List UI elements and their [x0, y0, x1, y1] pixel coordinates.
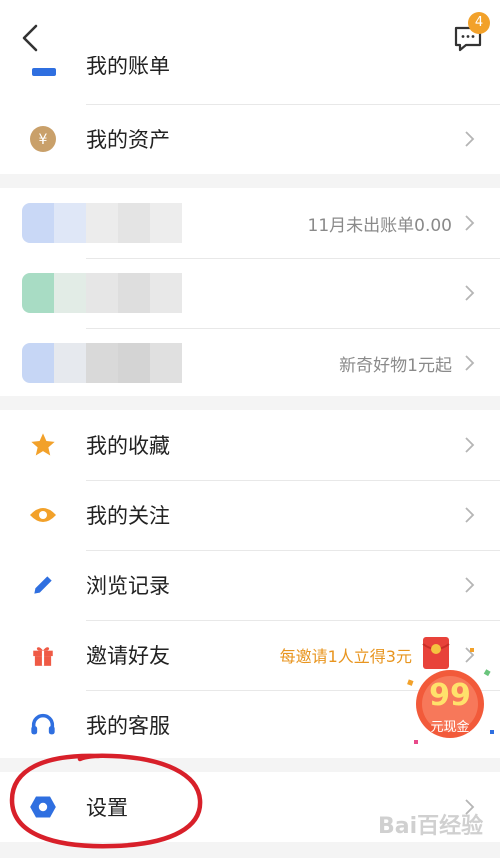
assets-row[interactable]: ¥ 我的资产	[0, 104, 500, 174]
blurred-content	[22, 273, 182, 313]
assets-label: 我的资产	[86, 128, 170, 152]
svg-text:¥: ¥	[39, 132, 48, 148]
invite-label: 邀请好友	[86, 644, 170, 668]
chevron-right-icon	[465, 355, 475, 371]
invite-promo-text: 每邀请1人立得3元	[279, 647, 412, 666]
messages-button[interactable]: 4	[450, 12, 490, 58]
gift-icon	[26, 638, 60, 672]
history-row[interactable]: 浏览记录	[0, 550, 500, 620]
hexagon-settings-icon	[26, 790, 60, 824]
chevron-right-icon	[465, 285, 475, 301]
customer-service-label: 我的客服	[86, 714, 170, 738]
chevron-right-icon	[465, 437, 475, 453]
bills-label: 我的账单	[86, 56, 170, 78]
service-row-3[interactable]: 新奇好物1元起	[0, 328, 500, 398]
back-button[interactable]	[14, 18, 46, 58]
favorites-row[interactable]: 我的收藏	[0, 410, 500, 480]
service-row-1-info: 11月未出账单0.00	[307, 215, 452, 236]
chevron-right-icon	[465, 131, 475, 147]
chevron-right-icon	[465, 215, 475, 231]
follows-row[interactable]: 我的关注	[0, 480, 500, 550]
follows-label: 我的关注	[86, 504, 170, 528]
unread-badge: 4	[468, 12, 490, 34]
service-row-2[interactable]	[0, 258, 500, 328]
bills-row[interactable]: 我的账单	[0, 56, 500, 104]
services-group: 11月未出账单0.00 新奇好物1元起	[0, 188, 500, 396]
history-label: 浏览记录	[86, 574, 170, 598]
headset-icon	[26, 708, 60, 742]
blurred-content	[22, 203, 182, 243]
star-icon	[26, 428, 60, 462]
watermark: Bai百经验	[378, 814, 484, 839]
service-row-3-info: 新奇好物1元起	[339, 355, 452, 376]
chevron-right-icon	[465, 507, 475, 523]
favorites-label: 我的收藏	[86, 434, 170, 458]
blurred-content	[22, 343, 182, 383]
pencil-icon	[26, 568, 60, 602]
settings-label: 设置	[86, 796, 128, 820]
chevron-right-icon	[465, 577, 475, 593]
bill-icon	[32, 68, 56, 76]
service-row-1[interactable]: 11月未出账单0.00	[0, 188, 500, 258]
eye-icon	[26, 498, 60, 532]
yen-coin-icon: ¥	[26, 122, 60, 156]
chevron-left-icon	[22, 24, 38, 52]
account-group: 我的账单 ¥ 我的资产	[0, 56, 500, 174]
confetti-icon	[407, 648, 494, 744]
